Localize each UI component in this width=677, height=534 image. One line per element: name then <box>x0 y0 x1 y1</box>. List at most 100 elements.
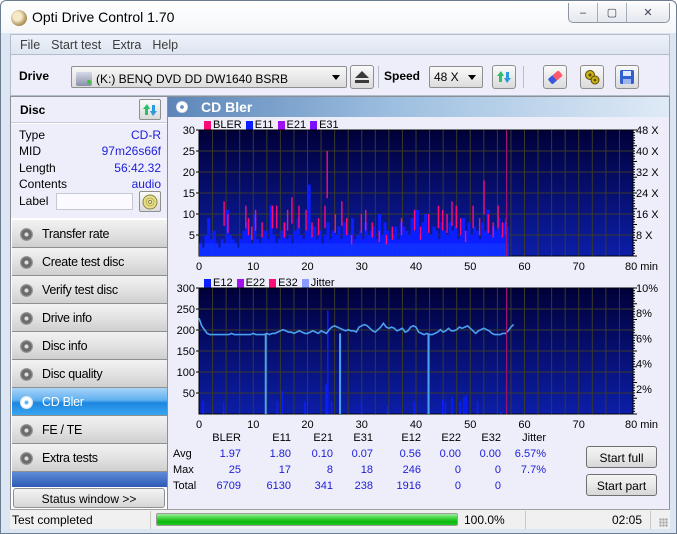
sidebar-item-extra-tests[interactable]: Extra tests <box>12 444 167 472</box>
sidebar-item-label: Extra tests <box>42 451 98 465</box>
sidebar-item-create-test-disc[interactable]: Create test disc <box>12 248 167 276</box>
drive-label: Drive <box>19 69 50 83</box>
stats-cell: 17 <box>278 464 291 476</box>
menu-help[interactable]: Help <box>147 35 184 54</box>
sidebar-item-label: Disc info <box>42 339 88 353</box>
stats-column-header: Jitter <box>522 432 546 444</box>
sidebar-item-label: Transfer rate <box>42 227 110 241</box>
close-button[interactable]: ✕ <box>627 3 669 22</box>
legend-label: E11 <box>254 119 274 131</box>
stats-cell: 18 <box>360 464 373 476</box>
disc-quality-icon <box>20 368 33 381</box>
info-value: 97m26s66f <box>101 144 161 158</box>
stats-cell: 0 <box>494 480 501 492</box>
legend-label: E22 <box>245 277 266 289</box>
verify-test-disc-icon <box>20 284 33 297</box>
stats-cell: 1916 <box>396 480 421 492</box>
minimize-button[interactable]: – <box>569 3 598 22</box>
speed-select-value: 48 X <box>434 70 459 84</box>
menu-file[interactable]: File <box>15 35 46 54</box>
legend-label: E12 <box>213 277 233 289</box>
sidebar-nav: Transfer rate Create test disc Verify te… <box>12 220 167 487</box>
app-window: Opti Drive Control 1.70 – ▢ ✕ File Start… <box>0 0 677 534</box>
stats-column-header: E12 <box>401 432 421 444</box>
status-window-button[interactable]: Status window >> <box>13 488 165 508</box>
erase-button[interactable] <box>543 65 567 89</box>
menu-bar: File Start test Extra Help <box>10 34 670 54</box>
drive-info-icon <box>20 312 33 325</box>
sidebar-item-transfer-rate[interactable]: Transfer rate <box>12 220 167 248</box>
stats-cell: 0.10 <box>311 448 333 460</box>
eject-icon <box>355 71 369 83</box>
info-key: Type <box>19 128 46 142</box>
resize-grip[interactable] <box>659 518 668 527</box>
refresh-speed-button[interactable] <box>492 65 516 89</box>
stats-column-header: E21 <box>313 432 333 444</box>
status-divider <box>150 511 151 529</box>
info-key: MID <box>19 144 41 158</box>
legend-label: E32 <box>278 277 298 289</box>
stats-cell: 6130 <box>266 480 291 492</box>
menu-start-test[interactable]: Start test <box>46 35 107 54</box>
start-full-button[interactable]: Start full <box>586 446 657 468</box>
legend-swatch-e11 <box>245 120 253 130</box>
info-value: audio <box>131 177 161 191</box>
label-key: Label <box>19 194 49 208</box>
stats-cell: 25 <box>228 464 241 476</box>
panel-title: CD Bler <box>201 99 253 115</box>
window-title: Opti Drive Control 1.70 <box>32 9 175 25</box>
legend-label: BLER <box>213 119 242 131</box>
maximize-button[interactable]: ▢ <box>598 3 627 22</box>
stats-row-label: Total <box>173 480 197 492</box>
menu-extra[interactable]: Extra <box>107 35 147 54</box>
speed-select[interactable]: 48 X <box>429 66 483 88</box>
settings-icon <box>585 70 600 85</box>
progress-fill <box>157 514 457 525</box>
legend-swatch-e12 <box>204 278 211 288</box>
top-chart-legend: BLER E11 E21 E31 <box>200 119 339 131</box>
progress-bar <box>156 513 458 526</box>
disc-label-button[interactable] <box>139 191 161 212</box>
sidebar-item-disc-quality[interactable]: Disc quality <box>12 360 167 388</box>
sidebar-item-fe-te[interactable]: FE / TE <box>12 416 167 444</box>
stats-cell: 341 <box>314 480 333 492</box>
stats-cell: 6709 <box>216 480 241 492</box>
eject-button[interactable] <box>350 65 374 89</box>
legend-swatch-e31 <box>310 120 318 130</box>
info-key: Contents <box>19 177 68 191</box>
fe-te-icon <box>20 424 33 437</box>
save-button[interactable] <box>615 65 639 89</box>
cd-bler-icon <box>176 101 188 113</box>
refresh-icon <box>497 71 511 83</box>
disc-icon <box>142 194 158 209</box>
stats-column-header: E31 <box>353 432 373 444</box>
refresh-icon <box>143 103 157 116</box>
stats-cell: 0.07 <box>351 448 373 460</box>
sidebar-item-label: Disc quality <box>42 367 103 381</box>
stats-cell: 1.80 <box>269 448 291 460</box>
sidebar-item-label: Create test disc <box>42 255 125 269</box>
legend-label: Jitter <box>310 277 335 289</box>
sidebar-item-verify-test-disc[interactable]: Verify test disc <box>12 276 167 304</box>
stats-table: BLER E11 E21 E31 E12 E22 E32 Jitter Avg 1.97 1.80 0… <box>171 432 571 497</box>
sidebar-item-cd-bler[interactable]: CD Bler <box>12 388 167 416</box>
stats-cell: 0 <box>454 480 461 492</box>
stats-cell: 0 <box>494 464 501 476</box>
minimize-icon: – <box>579 6 587 19</box>
disc-info-row: Length 56:42.32 <box>19 161 161 177</box>
drive-select-value: (K:) BENQ DVD DD DW1640 BSRB <box>96 71 289 86</box>
title-bar[interactable]: Opti Drive Control 1.70 – ▢ ✕ <box>1 1 676 33</box>
cd-bler-icon <box>20 396 33 409</box>
stats-column-header: E11 <box>272 432 291 444</box>
start-part-button[interactable]: Start part <box>586 474 657 496</box>
info-key: Length <box>19 161 56 175</box>
status-divider <box>525 511 526 529</box>
disc-label-input[interactable] <box>56 193 133 210</box>
disc-refresh-button[interactable] <box>139 99 161 120</box>
stats-cell: 246 <box>402 464 421 476</box>
toolbar-separator <box>523 66 524 88</box>
sidebar-item-drive-info[interactable]: Drive info <box>12 304 167 332</box>
sidebar-item-disc-info[interactable]: Disc info <box>12 332 167 360</box>
settings-button[interactable] <box>580 65 604 89</box>
drive-select[interactable]: (K:) BENQ DVD DD DW1640 BSRB <box>71 66 347 88</box>
